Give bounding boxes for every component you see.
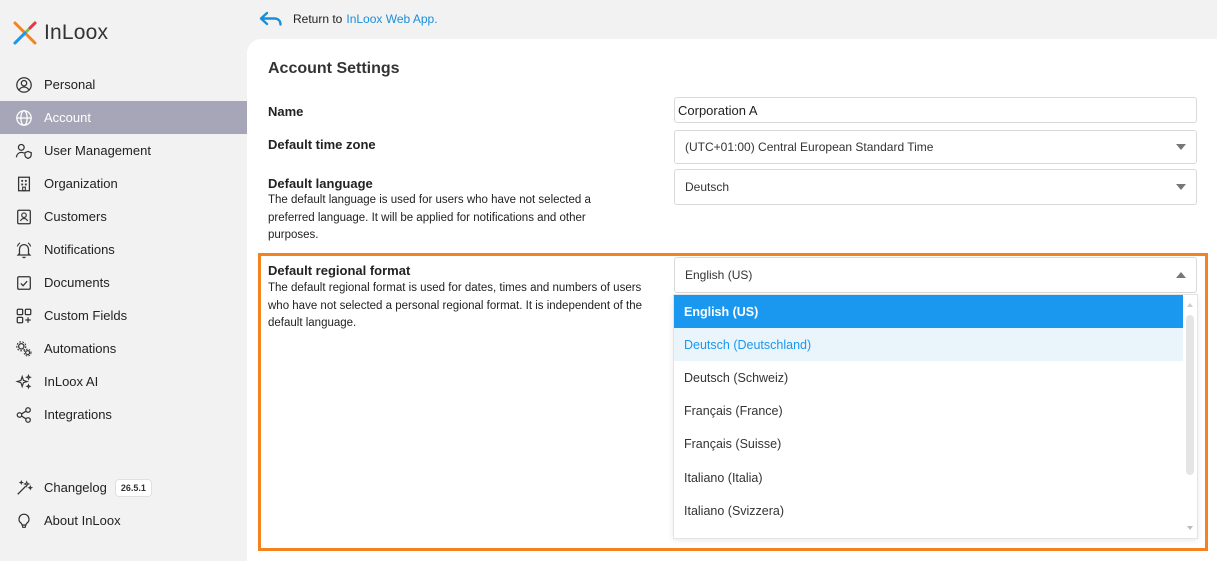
user-circle-icon (14, 75, 34, 95)
sidebar-item-label: Personal (44, 77, 96, 92)
sidebar-item-changelog[interactable]: Changelog 26.5.1 (0, 471, 247, 504)
brand-name: InLoox (44, 21, 109, 44)
dropdown-option-francais-suisse[interactable]: Français (Suisse) (674, 428, 1183, 461)
sidebar-item-label: About InLoox (44, 513, 121, 528)
user-shield-icon (14, 141, 34, 161)
name-label: Name (268, 104, 304, 119)
sidebar-item-inloox-ai[interactable]: InLoox AI (0, 365, 247, 398)
grid-plus-icon (14, 306, 34, 326)
return-arrow-icon[interactable] (258, 10, 284, 28)
sidebar-nav: Personal Account User Management Organiz… (0, 68, 247, 431)
sidebar-item-customers[interactable]: Customers (0, 200, 247, 233)
dropdown-scrollbar[interactable] (1186, 315, 1194, 475)
sidebar-item-organization[interactable]: Organization (0, 167, 247, 200)
sidebar-item-label: User Management (44, 143, 151, 158)
scroll-down-icon[interactable] (1187, 526, 1193, 530)
sidebar-item-label: Account (44, 110, 91, 125)
dropdown-option-english-us[interactable]: English (US) (674, 295, 1183, 329)
sidebar-item-personal[interactable]: Personal (0, 68, 247, 101)
language-description: The default language is used for users w… (268, 194, 591, 241)
globe-icon (14, 108, 34, 128)
sidebar-item-automations[interactable]: Automations (0, 332, 247, 365)
sidebar-bottom-nav: Changelog 26.5.1 About InLoox (0, 471, 247, 537)
regional-format-description: The default regional format is used for … (268, 282, 642, 329)
language-label: Default language (268, 176, 373, 191)
magic-wand-icon (14, 478, 34, 498)
inloox-logo[interactable]: InLoox (12, 20, 108, 46)
dropdown-option-deutsch-deutschland[interactable]: Deutsch (Deutschland) (674, 328, 1183, 362)
regional-format-dropdown: English (US) Deutsch (Deutschland) Deuts… (673, 294, 1198, 539)
sidebar-item-integrations[interactable]: Integrations (0, 398, 247, 431)
scroll-up-icon[interactable] (1187, 303, 1193, 307)
sidebar-item-about[interactable]: About InLoox (0, 504, 247, 537)
sidebar: InLoox Personal Account User Management … (0, 0, 247, 561)
sidebar-item-label: Integrations (44, 407, 112, 422)
sidebar-item-label: Notifications (44, 242, 115, 257)
dropdown-option-italiano-italia[interactable]: Italiano (Italia) (674, 461, 1183, 494)
language-value: Deutsch (685, 180, 730, 194)
chevron-down-icon (1176, 184, 1186, 190)
chevron-down-icon (1176, 144, 1186, 150)
timezone-select[interactable]: (UTC+01:00) Central European Standard Ti… (674, 130, 1197, 164)
sidebar-item-label: Automations (44, 341, 117, 356)
regional-format-select[interactable]: English (US) (674, 257, 1197, 293)
sidebar-item-label: Customers (44, 209, 107, 224)
language-select[interactable]: Deutsch (674, 169, 1197, 205)
chevron-up-icon (1176, 272, 1186, 278)
sidebar-item-label: Custom Fields (44, 308, 128, 323)
document-check-icon (14, 273, 34, 293)
inloox-logo-icon (13, 21, 37, 45)
sidebar-item-documents[interactable]: Documents (0, 266, 247, 299)
timezone-value: (UTC+01:00) Central European Standard Ti… (685, 140, 934, 154)
lightbulb-icon (14, 511, 34, 531)
dropdown-option-italiano-svizzera[interactable]: Italiano (Svizzera) (674, 494, 1183, 527)
regional-format-value: English (US) (685, 268, 753, 282)
sidebar-item-account[interactable]: Account (0, 101, 247, 134)
dropdown-option-francais-france[interactable]: Français (France) (674, 395, 1183, 428)
sidebar-item-label: Organization (44, 176, 118, 191)
sidebar-item-notifications[interactable]: Notifications (0, 233, 247, 266)
sidebar-item-label: InLoox AI (44, 374, 99, 389)
gears-icon (14, 339, 34, 359)
sidebar-item-label: Changelog (44, 480, 107, 495)
version-badge: 26.5.1 (114, 478, 152, 497)
dropdown-option-deutsch-schweiz[interactable]: Deutsch (Schweiz) (674, 361, 1183, 394)
return-link[interactable]: InLoox Web App. (346, 12, 437, 26)
return-bar: Return to InLoox Web App. (258, 8, 438, 30)
share-nodes-icon (14, 405, 34, 425)
sparkle-icon (14, 372, 34, 392)
name-value: Corporation A (678, 102, 758, 118)
return-text: Return to (293, 12, 343, 26)
contact-card-icon (14, 207, 34, 227)
timezone-label: Default time zone (268, 137, 376, 152)
name-field[interactable]: Corporation A (674, 97, 1197, 123)
sidebar-item-user-management[interactable]: User Management (0, 134, 247, 167)
building-icon (14, 174, 34, 194)
bell-icon (14, 240, 34, 260)
page-title: Account Settings (268, 60, 400, 77)
regional-format-label: Default regional format (268, 263, 411, 278)
sidebar-item-custom-fields[interactable]: Custom Fields (0, 299, 247, 332)
sidebar-item-label: Documents (44, 275, 110, 290)
